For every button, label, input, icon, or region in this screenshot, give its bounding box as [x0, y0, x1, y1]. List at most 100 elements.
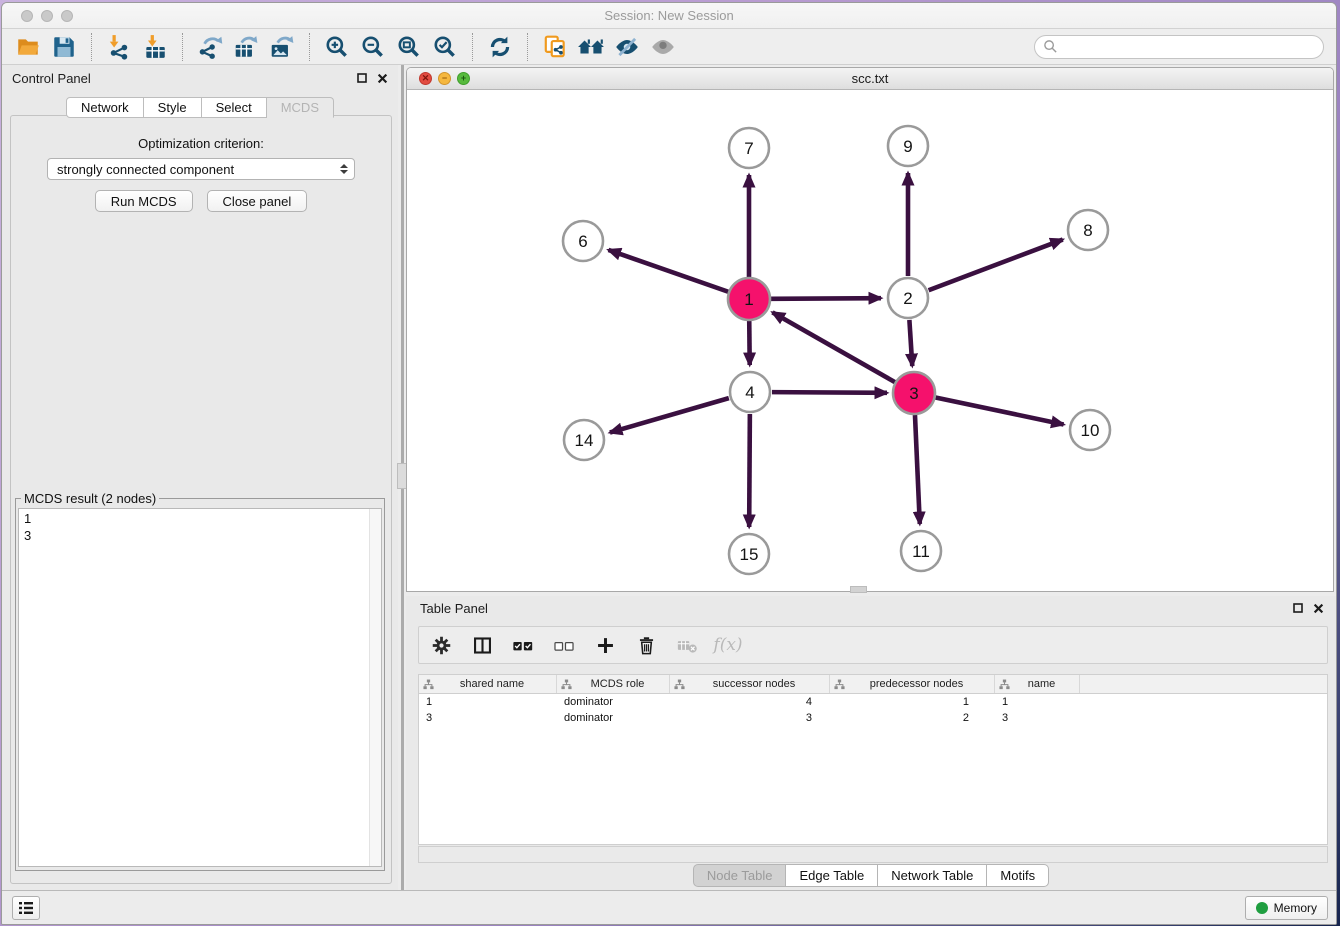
- delete-row-button[interactable]: [634, 633, 658, 657]
- zoom-out-button[interactable]: [358, 32, 388, 62]
- hide-selected-button[interactable]: [612, 32, 642, 62]
- refresh-button[interactable]: [485, 32, 515, 62]
- deselect-all-checkboxes-button[interactable]: [552, 633, 576, 657]
- table-horizontal-scrollbar[interactable]: [418, 846, 1328, 863]
- tab-node-table[interactable]: Node Table: [693, 864, 787, 887]
- horizontal-split-grip[interactable]: [850, 586, 867, 593]
- float-panel-icon[interactable]: [1293, 603, 1303, 613]
- export-image-button[interactable]: [267, 32, 297, 62]
- eye-slash-icon: [614, 34, 640, 60]
- criterion-dropdown[interactable]: strongly connected component: [47, 158, 355, 180]
- zoom-selected-icon: [432, 34, 458, 60]
- table-cell[interactable]: 2: [830, 712, 995, 724]
- table-cell[interactable]: dominator: [557, 696, 670, 708]
- search-field[interactable]: [1034, 35, 1324, 59]
- zoom-in-button[interactable]: [322, 32, 352, 62]
- table-toolbar: f(x): [418, 626, 1328, 664]
- close-panel-icon[interactable]: [377, 73, 388, 84]
- close-panel-icon[interactable]: [1313, 603, 1324, 614]
- table-panel-header: Table Panel: [406, 596, 1336, 620]
- table-cell[interactable]: 4: [670, 696, 830, 708]
- column-header-predecessor-nodes[interactable]: predecessor nodes: [830, 675, 995, 693]
- graph-edge-1-6[interactable]: [608, 250, 728, 292]
- refresh-icon: [487, 34, 513, 60]
- show-all-button[interactable]: [648, 32, 678, 62]
- table-cell[interactable]: 1: [995, 696, 1080, 708]
- table-row[interactable]: 1dominator411: [419, 694, 1327, 710]
- graph-node-label-9: 9: [903, 137, 912, 156]
- node-table: shared nameMCDS role successor nodesprede…: [418, 674, 1328, 845]
- add-row-button[interactable]: [593, 633, 617, 657]
- save-session-button[interactable]: [49, 32, 79, 62]
- graph-edge-4-14[interactable]: [610, 398, 729, 432]
- graph-node-label-4: 4: [745, 383, 754, 402]
- graph-node-label-3: 3: [909, 384, 918, 403]
- select-all-checkboxes-button[interactable]: [511, 633, 535, 657]
- import-network-icon: [106, 34, 132, 60]
- tab-style[interactable]: Style: [144, 97, 202, 118]
- table-settings-button[interactable]: [429, 633, 453, 657]
- result-scrollbar[interactable]: [369, 509, 381, 866]
- tab-network[interactable]: Network: [66, 97, 144, 118]
- tab-edge-table[interactable]: Edge Table: [786, 864, 878, 887]
- table-cell[interactable]: 1: [830, 696, 995, 708]
- table-body: 1dominator4113dominator323: [419, 694, 1327, 726]
- toolbar-separator: [182, 33, 183, 61]
- graph-edge-1-2[interactable]: [771, 298, 881, 299]
- graph-node-label-1: 1: [744, 290, 753, 309]
- houses-icon: [577, 34, 605, 60]
- split-columns-icon: [472, 635, 493, 656]
- column-header-name[interactable]: name: [995, 675, 1080, 693]
- unchecked-boxes-icon: [552, 635, 576, 656]
- float-panel-icon[interactable]: [357, 73, 367, 83]
- close-panel-button[interactable]: Close panel: [207, 190, 308, 212]
- export-table-button[interactable]: [231, 32, 261, 62]
- table-cell[interactable]: dominator: [557, 712, 670, 724]
- status-bar: Memory: [2, 890, 1336, 924]
- task-history-button[interactable]: [12, 896, 40, 920]
- open-session-button[interactable]: [13, 32, 43, 62]
- column-header-shared-name[interactable]: shared name: [419, 675, 557, 693]
- tab-mcds[interactable]: MCDS: [267, 97, 334, 118]
- column-header-MCDS-role[interactable]: MCDS role: [557, 675, 670, 693]
- table-cell[interactable]: 3: [995, 712, 1080, 724]
- mcds-result-box[interactable]: 1 3: [18, 508, 382, 867]
- zoom-fit-icon: [396, 34, 422, 60]
- export-network-button[interactable]: [195, 32, 225, 62]
- table-row[interactable]: 3dominator323: [419, 710, 1327, 726]
- graph-edge-4-3[interactable]: [772, 392, 887, 393]
- new-network-from-selection-button[interactable]: [540, 32, 570, 62]
- graph-edge-2-8[interactable]: [929, 240, 1063, 291]
- graph-node-label-7: 7: [744, 139, 753, 158]
- graph-edge-2-3[interactable]: [909, 320, 912, 366]
- graph-edge-3-11[interactable]: [915, 415, 920, 524]
- tab-motifs[interactable]: Motifs: [987, 864, 1049, 887]
- table-cell[interactable]: 3: [670, 712, 830, 724]
- table-cell[interactable]: 1: [419, 696, 557, 708]
- memory-button[interactable]: Memory: [1245, 896, 1328, 920]
- delete-table-button-disabled: [675, 633, 699, 657]
- table-header-row: shared nameMCDS role successor nodesprede…: [419, 675, 1327, 694]
- column-header-successor-nodes[interactable]: successor nodes: [670, 675, 830, 693]
- import-network-button[interactable]: [104, 32, 134, 62]
- tab-select[interactable]: Select: [202, 97, 267, 118]
- checked-boxes-icon: [511, 635, 535, 656]
- import-table-button[interactable]: [140, 32, 170, 62]
- column-header-label: successor nodes: [685, 678, 829, 690]
- column-type-icon: [834, 679, 845, 690]
- tab-network-table[interactable]: Network Table: [878, 864, 987, 887]
- graph-edge-3-10[interactable]: [936, 398, 1064, 425]
- zoom-selected-button[interactable]: [430, 32, 460, 62]
- zoom-fit-button[interactable]: [394, 32, 424, 62]
- table-cell[interactable]: 3: [419, 712, 557, 724]
- first-neighbors-button[interactable]: [576, 32, 606, 62]
- network-canvas[interactable]: 7968124314101511: [407, 90, 1333, 591]
- split-columns-button[interactable]: [470, 633, 494, 657]
- graph-edge-4-15[interactable]: [749, 414, 750, 527]
- run-mcds-button[interactable]: Run MCDS: [95, 190, 193, 212]
- toolbar-separator: [91, 33, 92, 61]
- graph-node-label-8: 8: [1083, 221, 1092, 240]
- graph-edge-3-1[interactable]: [772, 312, 894, 382]
- network-graph[interactable]: 7968124314101511: [407, 90, 1334, 591]
- function-builder-button-disabled: f(x): [716, 633, 740, 657]
